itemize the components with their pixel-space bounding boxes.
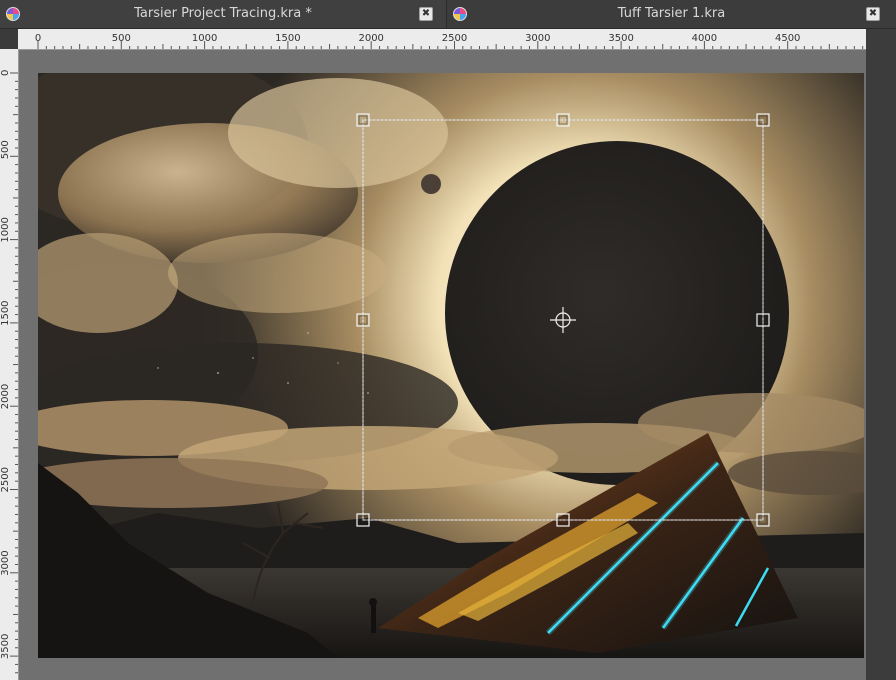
eclipse-scene-artwork[interactable] bbox=[38, 73, 864, 658]
vertical-ruler-ticks: 0 500 1000 1500 2000 2500 3000 3500 bbox=[0, 70, 18, 674]
close-icon[interactable]: ✖ bbox=[866, 7, 880, 21]
horizontal-ruler-ticks: 0 500 1000 1500 2000 2500 3000 3500 4000 4500 bbox=[35, 33, 864, 49]
ruler-label: 3500 bbox=[608, 33, 633, 44]
document-tab-bar: Tarsier Project Tracing.kra * ✖ Tuff Tar… bbox=[0, 0, 896, 29]
ruler-label: 500 bbox=[0, 140, 11, 159]
ruler-label: 3000 bbox=[0, 550, 11, 575]
ruler-label: 2500 bbox=[442, 33, 467, 44]
ruler-label: 4000 bbox=[692, 33, 717, 44]
ruler-label: 3500 bbox=[0, 634, 11, 659]
ruler-corner bbox=[0, 29, 18, 49]
ruler-label: 1500 bbox=[275, 33, 300, 44]
ruler-label: 500 bbox=[112, 33, 131, 44]
ruler-label: 4500 bbox=[775, 33, 800, 44]
tab-tuff-tarsier[interactable]: Tuff Tarsier 1.kra ✖ bbox=[447, 0, 896, 28]
ruler-label: 3000 bbox=[525, 33, 550, 44]
close-icon[interactable]: ✖ bbox=[419, 7, 433, 21]
ruler-label: 0 bbox=[35, 33, 41, 44]
ruler-label: 2000 bbox=[0, 384, 11, 409]
ruler-label: 1000 bbox=[0, 217, 11, 242]
tab-title: Tarsier Project Tracing.kra * bbox=[134, 6, 312, 21]
tab-tarsier-project-tracing[interactable]: Tarsier Project Tracing.kra * ✖ bbox=[0, 0, 447, 28]
vertical-ruler[interactable]: 0 500 1000 1500 2000 2500 3000 3500 bbox=[0, 49, 19, 680]
ruler-label: 1000 bbox=[192, 33, 217, 44]
ruler-label: 2000 bbox=[358, 33, 383, 44]
ruler-label: 0 bbox=[0, 70, 11, 76]
ruler-label: 2500 bbox=[0, 467, 11, 492]
right-panel-edge bbox=[866, 29, 896, 680]
ruler-label: 1500 bbox=[0, 300, 11, 325]
artwork-svg bbox=[38, 73, 864, 658]
horizontal-ruler[interactable]: 0 500 1000 1500 2000 2500 3000 3500 4000 4500 bbox=[18, 29, 866, 50]
tab-title: Tuff Tarsier 1.kra bbox=[617, 6, 726, 21]
